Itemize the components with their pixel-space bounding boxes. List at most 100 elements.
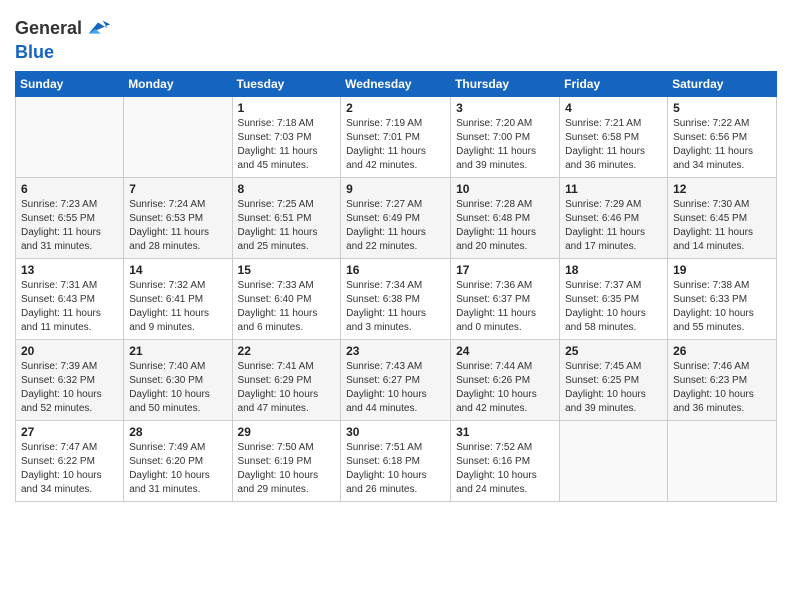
page: General Blue SundayMondayTuesdayWednesda… (0, 0, 792, 512)
weekday-header-thursday: Thursday (451, 71, 560, 96)
day-number: 8 (238, 182, 336, 196)
calendar-cell: 10 Sunrise: 7:28 AM Sunset: 6:48 PM Dayli… (451, 177, 560, 258)
calendar-cell: 5Sunrise: 7:22 AM Sunset: 6:56 PM Daylig… (668, 96, 777, 177)
logo-general: General (15, 19, 82, 39)
day-info: Sunrise: 7:25 AM Sunset: 6:51 PM Dayligh… (238, 198, 336, 254)
day-number: 22 (238, 344, 336, 358)
day-info: Sunrise: 7:43 AM Sunset: 6:27 PM Dayligh… (346, 360, 445, 416)
day-number: 3 (456, 101, 554, 115)
day-info: Sunrise: 7:24 AM Sunset: 6:53 PM Dayligh… (129, 198, 226, 254)
day-info: Sunrise: 7:18 AM Sunset: 7:03 PM Dayligh… (238, 117, 336, 173)
day-number: 19 (673, 263, 771, 277)
day-info: Sunrise: 7:37 AM Sunset: 6:35 PM Dayligh… (565, 279, 662, 335)
calendar-cell: 7 Sunrise: 7:24 AM Sunset: 6:53 PM Daylig… (124, 177, 232, 258)
day-number: 18 (565, 263, 662, 277)
day-number: 17 (456, 263, 554, 277)
day-info: Sunrise: 7:34 AM Sunset: 6:38 PM Dayligh… (346, 279, 445, 335)
week-row-2: 13Sunrise: 7:31 AM Sunset: 6:43 PM Dayli… (16, 258, 777, 339)
weekday-header-row: SundayMondayTuesdayWednesdayThursdayFrid… (16, 71, 777, 96)
day-number: 7 (129, 182, 226, 196)
calendar-cell: 21 Sunrise: 7:40 AM Sunset: 6:30 PM Dayli… (124, 339, 232, 420)
calendar-cell: 24Sunrise: 7:44 AM Sunset: 6:26 PM Dayli… (451, 339, 560, 420)
header: General Blue (15, 10, 777, 63)
day-info: Sunrise: 7:28 AM Sunset: 6:48 PM Dayligh… (456, 198, 554, 254)
day-number: 1 (238, 101, 336, 115)
day-number: 2 (346, 101, 445, 115)
calendar-cell: 14 Sunrise: 7:32 AM Sunset: 6:41 PM Dayli… (124, 258, 232, 339)
calendar-cell: 15 Sunrise: 7:33 AM Sunset: 6:40 PM Dayli… (232, 258, 341, 339)
logo: General Blue (15, 15, 112, 63)
day-info: Sunrise: 7:52 AM Sunset: 6:16 PM Dayligh… (456, 441, 554, 497)
calendar-cell: 9 Sunrise: 7:27 AM Sunset: 6:49 PM Daylig… (341, 177, 451, 258)
day-info: Sunrise: 7:21 AM Sunset: 6:58 PM Dayligh… (565, 117, 662, 173)
calendar-cell: 6 Sunrise: 7:23 AM Sunset: 6:55 PM Daylig… (16, 177, 124, 258)
calendar-cell: 28 Sunrise: 7:49 AM Sunset: 6:20 PM Dayli… (124, 420, 232, 501)
day-number: 30 (346, 425, 445, 439)
day-info: Sunrise: 7:23 AM Sunset: 6:55 PM Dayligh… (21, 198, 118, 254)
day-info: Sunrise: 7:19 AM Sunset: 7:01 PM Dayligh… (346, 117, 445, 173)
calendar-cell: 29 Sunrise: 7:50 AM Sunset: 6:19 PM Dayli… (232, 420, 341, 501)
calendar-cell (560, 420, 668, 501)
day-info: Sunrise: 7:32 AM Sunset: 6:41 PM Dayligh… (129, 279, 226, 335)
day-number: 27 (21, 425, 118, 439)
day-number: 24 (456, 344, 554, 358)
day-info: Sunrise: 7:27 AM Sunset: 6:49 PM Dayligh… (346, 198, 445, 254)
day-info: Sunrise: 7:29 AM Sunset: 6:46 PM Dayligh… (565, 198, 662, 254)
day-number: 5 (673, 101, 771, 115)
day-info: Sunrise: 7:30 AM Sunset: 6:45 PM Dayligh… (673, 198, 771, 254)
day-info: Sunrise: 7:38 AM Sunset: 6:33 PM Dayligh… (673, 279, 771, 335)
day-number: 12 (673, 182, 771, 196)
calendar: SundayMondayTuesdayWednesdayThursdayFrid… (15, 71, 777, 502)
logo-bird-icon (84, 15, 112, 43)
weekday-header-monday: Monday (124, 71, 232, 96)
day-info: Sunrise: 7:40 AM Sunset: 6:30 PM Dayligh… (129, 360, 226, 416)
calendar-cell: 20 Sunrise: 7:39 AM Sunset: 6:32 PM Dayli… (16, 339, 124, 420)
calendar-cell: 22Sunrise: 7:41 AM Sunset: 6:29 PM Dayli… (232, 339, 341, 420)
day-number: 31 (456, 425, 554, 439)
weekday-header-tuesday: Tuesday (232, 71, 341, 96)
day-info: Sunrise: 7:47 AM Sunset: 6:22 PM Dayligh… (21, 441, 118, 497)
day-number: 4 (565, 101, 662, 115)
day-info: Sunrise: 7:45 AM Sunset: 6:25 PM Dayligh… (565, 360, 662, 416)
logo-blue: Blue (15, 43, 112, 63)
week-row-1: 6 Sunrise: 7:23 AM Sunset: 6:55 PM Daylig… (16, 177, 777, 258)
day-number: 6 (21, 182, 118, 196)
calendar-cell: 11 Sunrise: 7:29 AM Sunset: 6:46 PM Dayli… (560, 177, 668, 258)
calendar-cell: 13Sunrise: 7:31 AM Sunset: 6:43 PM Dayli… (16, 258, 124, 339)
day-number: 20 (21, 344, 118, 358)
day-number: 9 (346, 182, 445, 196)
calendar-cell: 17 Sunrise: 7:36 AM Sunset: 6:37 PM Dayli… (451, 258, 560, 339)
calendar-cell (668, 420, 777, 501)
day-info: Sunrise: 7:49 AM Sunset: 6:20 PM Dayligh… (129, 441, 226, 497)
weekday-header-sunday: Sunday (16, 71, 124, 96)
calendar-cell: 16Sunrise: 7:34 AM Sunset: 6:38 PM Dayli… (341, 258, 451, 339)
day-number: 21 (129, 344, 226, 358)
calendar-cell: 25Sunrise: 7:45 AM Sunset: 6:25 PM Dayli… (560, 339, 668, 420)
weekday-header-friday: Friday (560, 71, 668, 96)
calendar-cell: 30Sunrise: 7:51 AM Sunset: 6:18 PM Dayli… (341, 420, 451, 501)
day-number: 26 (673, 344, 771, 358)
day-number: 28 (129, 425, 226, 439)
day-number: 13 (21, 263, 118, 277)
day-info: Sunrise: 7:46 AM Sunset: 6:23 PM Dayligh… (673, 360, 771, 416)
day-info: Sunrise: 7:39 AM Sunset: 6:32 PM Dayligh… (21, 360, 118, 416)
calendar-cell: 12 Sunrise: 7:30 AM Sunset: 6:45 PM Dayli… (668, 177, 777, 258)
calendar-cell: 31 Sunrise: 7:52 AM Sunset: 6:16 PM Dayli… (451, 420, 560, 501)
day-info: Sunrise: 7:33 AM Sunset: 6:40 PM Dayligh… (238, 279, 336, 335)
day-number: 14 (129, 263, 226, 277)
day-number: 11 (565, 182, 662, 196)
calendar-cell: 26 Sunrise: 7:46 AM Sunset: 6:23 PM Dayli… (668, 339, 777, 420)
calendar-cell: 1 Sunrise: 7:18 AM Sunset: 7:03 PM Daylig… (232, 96, 341, 177)
calendar-cell: 18 Sunrise: 7:37 AM Sunset: 6:35 PM Dayli… (560, 258, 668, 339)
day-number: 29 (238, 425, 336, 439)
calendar-cell: 8 Sunrise: 7:25 AM Sunset: 6:51 PM Daylig… (232, 177, 341, 258)
day-number: 10 (456, 182, 554, 196)
calendar-cell: 19 Sunrise: 7:38 AM Sunset: 6:33 PM Dayli… (668, 258, 777, 339)
calendar-cell: 4 Sunrise: 7:21 AM Sunset: 6:58 PM Daylig… (560, 96, 668, 177)
day-info: Sunrise: 7:36 AM Sunset: 6:37 PM Dayligh… (456, 279, 554, 335)
week-row-4: 27 Sunrise: 7:47 AM Sunset: 6:22 PM Dayli… (16, 420, 777, 501)
day-info: Sunrise: 7:50 AM Sunset: 6:19 PM Dayligh… (238, 441, 336, 497)
weekday-header-saturday: Saturday (668, 71, 777, 96)
day-number: 15 (238, 263, 336, 277)
calendar-cell: 3Sunrise: 7:20 AM Sunset: 7:00 PM Daylig… (451, 96, 560, 177)
